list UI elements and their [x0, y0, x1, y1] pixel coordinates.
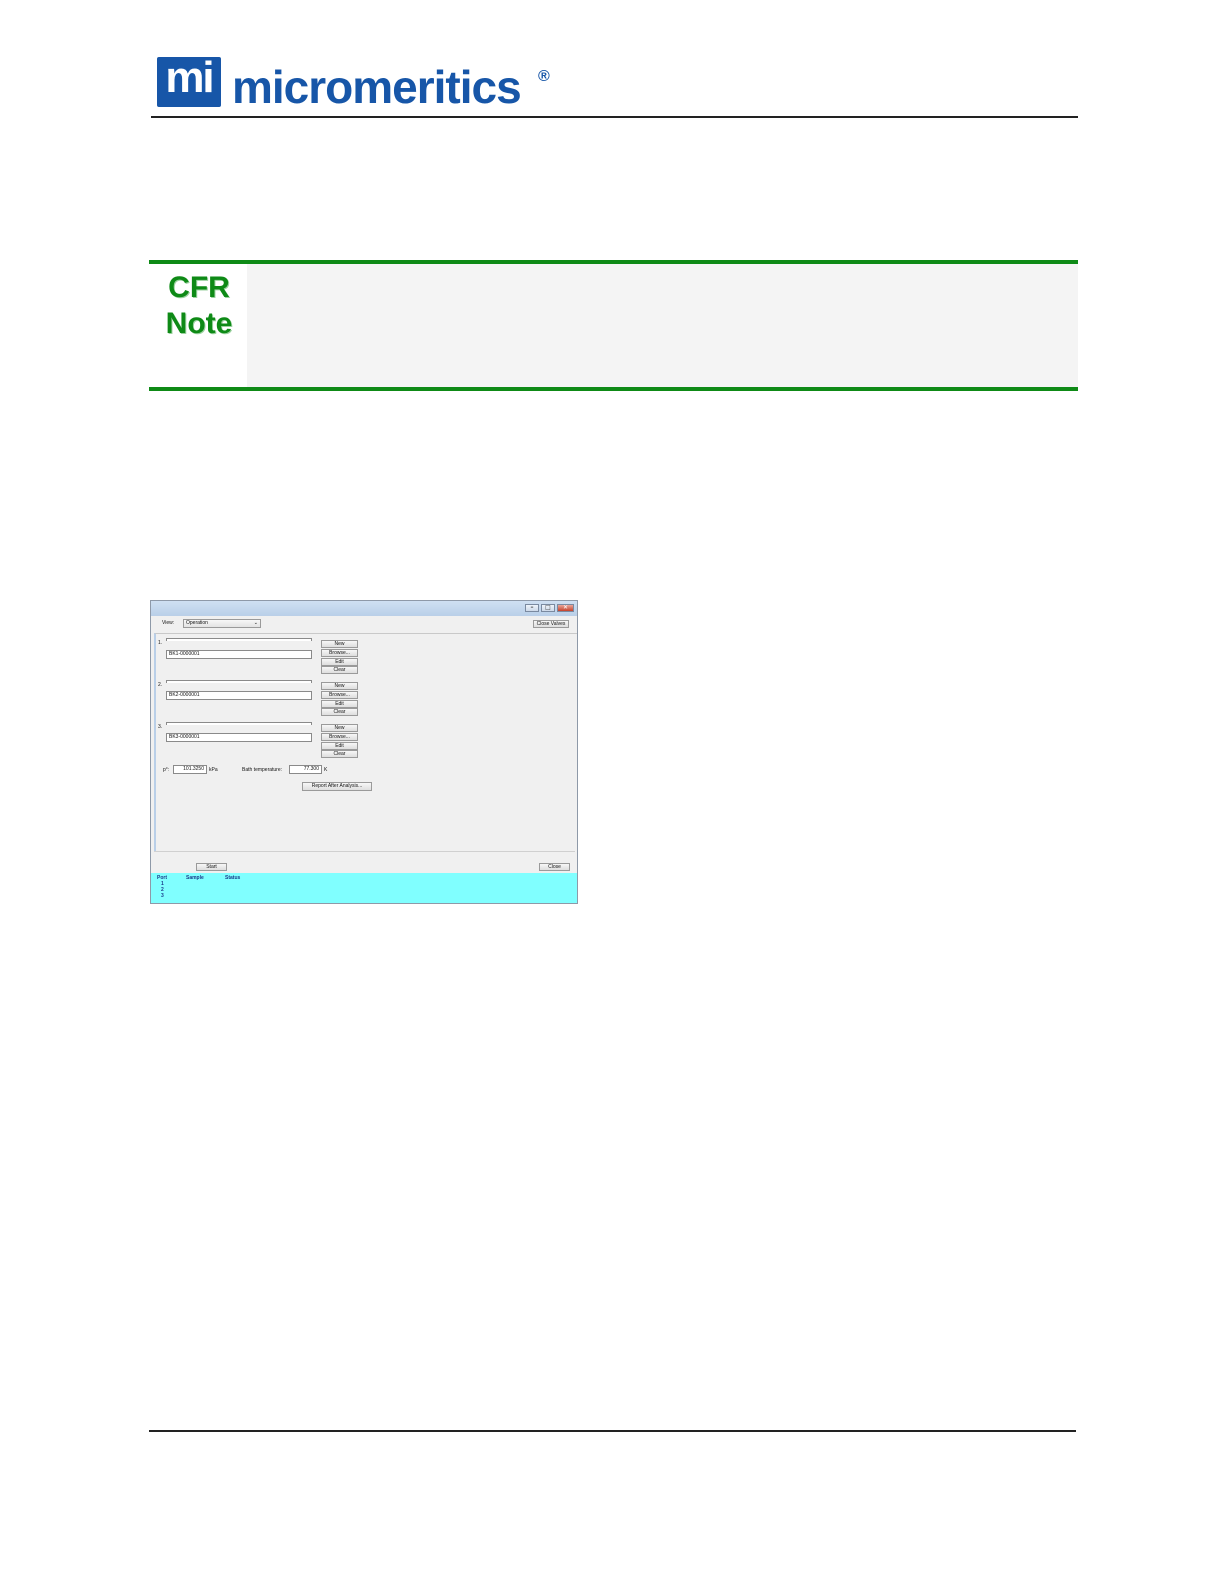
- edit-button[interactable]: Edit: [321, 700, 358, 708]
- close-valves-button[interactable]: Close Valves: [533, 620, 569, 628]
- cfr-note-label-line1: CFR: [168, 271, 230, 304]
- footer-divider: [149, 1430, 1076, 1432]
- view-select-value: Operation: [186, 620, 208, 626]
- new-button[interactable]: New: [321, 640, 358, 648]
- browse-button[interactable]: Browse...: [321, 649, 358, 657]
- edit-button[interactable]: Edit: [321, 658, 358, 666]
- brand-wordmark: micromeritics: [232, 61, 522, 113]
- status-header-sample: Sample: [186, 875, 204, 881]
- close-window-icon[interactable]: ✕: [557, 604, 574, 612]
- cfr-note-body: [247, 264, 1078, 387]
- chevron-down-icon: ⌄: [253, 620, 258, 626]
- cfr-note-label-line2: Note: [165, 307, 233, 340]
- port-number: 3.: [158, 724, 163, 730]
- report-after-analysis-button[interactable]: Report After Analysis...: [302, 782, 372, 791]
- registered-mark: ®: [538, 68, 550, 85]
- port-sample-field[interactable]: BK1-0000001: [166, 650, 312, 659]
- port-sample-field[interactable]: BK3-0000001: [166, 733, 312, 742]
- operation-panel: [154, 633, 577, 852]
- minimize-icon[interactable]: –: [525, 604, 539, 612]
- port-analysis-field[interactable]: [166, 722, 312, 725]
- port-number: 1.: [158, 640, 163, 646]
- clear-button[interactable]: Clear: [321, 666, 358, 674]
- maximize-icon[interactable]: □: [541, 604, 555, 612]
- cfr-note-box: CFR Note: [149, 260, 1078, 392]
- header-divider: [151, 116, 1078, 118]
- bath-temperature-field[interactable]: 77.300: [289, 765, 322, 774]
- port-analysis-field[interactable]: [166, 680, 312, 683]
- port-sample-field[interactable]: BK2-0000001: [166, 691, 312, 700]
- cfr-note-bottom-rule: [149, 387, 1078, 391]
- p0-field[interactable]: 101.3250: [173, 765, 207, 774]
- footer-separator: [154, 851, 575, 852]
- port-status-table: Port Sample Status 1 2 3: [151, 873, 577, 903]
- edit-button[interactable]: Edit: [321, 742, 358, 750]
- close-button[interactable]: Close: [539, 863, 570, 871]
- status-row-port: 3: [161, 893, 164, 899]
- browse-button[interactable]: Browse...: [321, 733, 358, 741]
- status-header-status: Status: [225, 875, 241, 881]
- sample-analysis-window: – □ ✕ View: Operation ⌄ Close Valves 1. …: [150, 600, 578, 904]
- view-label: View:: [162, 620, 175, 626]
- port-number: 2.: [158, 682, 163, 688]
- new-button[interactable]: New: [321, 682, 358, 690]
- clear-button[interactable]: Clear: [321, 750, 358, 758]
- new-button[interactable]: New: [321, 724, 358, 732]
- p0-label: p°:: [163, 767, 170, 773]
- logo-mark-text: mi: [165, 53, 214, 102]
- port-analysis-field[interactable]: [166, 638, 312, 641]
- bath-temperature-unit: K: [324, 767, 328, 773]
- clear-button[interactable]: Clear: [321, 708, 358, 716]
- micromeritics-logo-mark: mi: [157, 53, 221, 107]
- window-titlebar[interactable]: – □ ✕: [151, 601, 577, 616]
- view-select[interactable]: Operation ⌄: [183, 619, 261, 628]
- bath-temperature-label: Bath temperature:: [242, 767, 283, 773]
- browse-button[interactable]: Browse...: [321, 691, 358, 699]
- cfr-note-label: CFR Note: [159, 270, 239, 342]
- p0-unit: kPa: [209, 767, 218, 773]
- start-button[interactable]: Start: [196, 863, 227, 871]
